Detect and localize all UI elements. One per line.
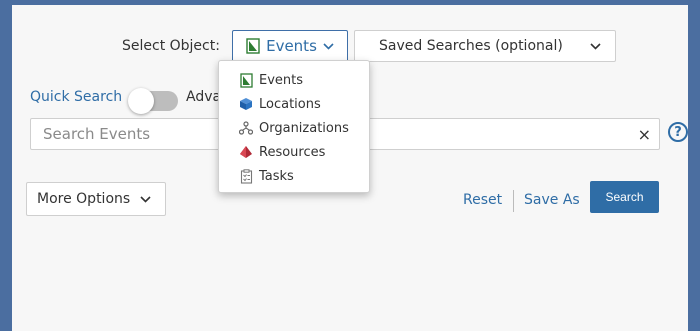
chevron-down-icon xyxy=(140,192,151,206)
saved-searches-dropdown[interactable]: Saved Searches (optional) xyxy=(354,30,616,62)
events-icon xyxy=(246,38,260,54)
locations-cube-icon xyxy=(239,97,253,111)
dropdown-item-resources[interactable]: Resources xyxy=(219,140,369,164)
search-mode-toggle[interactable] xyxy=(128,88,178,114)
more-options-button[interactable]: More Options xyxy=(26,182,166,216)
clear-icon[interactable]: × xyxy=(638,125,651,144)
advanced-search-label[interactable]: Adva xyxy=(186,89,221,105)
toggle-knob xyxy=(128,88,154,114)
saved-searches-label: Saved Searches (optional) xyxy=(379,38,563,54)
chevron-down-icon xyxy=(590,39,601,53)
reset-link[interactable]: Reset xyxy=(463,192,502,208)
object-dropdown-menu: Events Locations Organizations Resources… xyxy=(218,60,370,193)
dropdown-item-label: Resources xyxy=(259,144,326,160)
dropdown-item-tasks[interactable]: Tasks xyxy=(219,164,369,188)
object-select-dropdown[interactable]: Events xyxy=(232,30,348,62)
chevron-down-icon xyxy=(323,39,334,53)
dropdown-item-organizations[interactable]: Organizations xyxy=(219,116,369,140)
help-icon[interactable]: ? xyxy=(668,122,688,142)
select-object-label: Select Object: xyxy=(122,38,220,54)
object-select-value: Events xyxy=(266,37,317,55)
resources-icon xyxy=(239,145,253,159)
search-button[interactable]: Search xyxy=(590,181,659,213)
dropdown-item-label: Organizations xyxy=(259,120,349,136)
tasks-clipboard-icon xyxy=(239,168,253,184)
dropdown-item-label: Tasks xyxy=(259,168,294,184)
events-icon xyxy=(239,72,253,88)
dropdown-item-locations[interactable]: Locations xyxy=(219,92,369,116)
dropdown-item-label: Events xyxy=(259,72,304,88)
divider xyxy=(513,190,514,212)
more-options-label: More Options xyxy=(37,191,131,207)
save-as-link[interactable]: Save As xyxy=(524,192,580,208)
search-panel: Select Object: Events Saved Searches (op… xyxy=(12,5,688,331)
dropdown-item-events[interactable]: Events xyxy=(219,68,369,92)
quick-search-label[interactable]: Quick Search xyxy=(30,89,122,105)
organizations-icon xyxy=(239,121,253,135)
dropdown-item-label: Locations xyxy=(259,96,321,112)
